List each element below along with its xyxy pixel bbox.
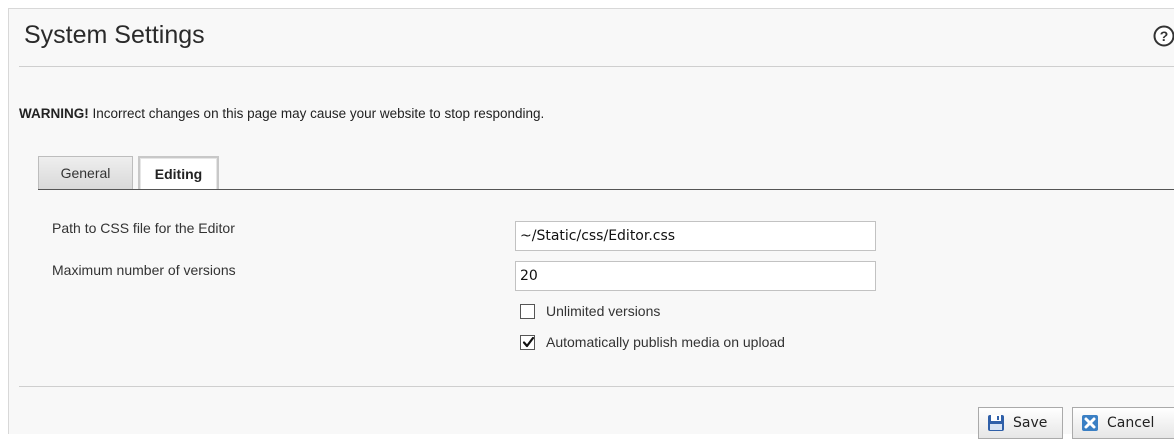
unlimited-versions-checkbox[interactable] bbox=[520, 303, 535, 319]
warning-text: Incorrect changes on this page may cause… bbox=[88, 106, 545, 121]
unlimited-versions-option[interactable]: Unlimited versions bbox=[520, 303, 660, 319]
title-divider bbox=[19, 66, 1174, 67]
page-title: System Settings bbox=[24, 21, 205, 49]
cancel-button-label: Cancel bbox=[1107, 415, 1155, 431]
auto-publish-checkbox[interactable] bbox=[520, 334, 535, 350]
warning-label: WARNING! bbox=[19, 106, 89, 121]
tab-general[interactable]: General bbox=[38, 156, 133, 189]
tab-strip-divider bbox=[38, 189, 1174, 190]
css-path-label: Path to CSS file for the Editor bbox=[52, 220, 235, 236]
unlimited-versions-label: Unlimited versions bbox=[546, 303, 661, 319]
floppy-disk-icon bbox=[988, 415, 1004, 431]
checkmark-icon bbox=[522, 336, 535, 347]
save-button[interactable]: Save bbox=[978, 407, 1063, 439]
auto-publish-label: Automatically publish media on upload bbox=[546, 334, 785, 350]
tab-editing[interactable]: Editing bbox=[138, 156, 219, 190]
auto-publish-option[interactable]: Automatically publish media on upload bbox=[520, 334, 785, 350]
cancel-button[interactable]: Cancel bbox=[1072, 407, 1174, 439]
max-versions-label: Maximum number of versions bbox=[52, 262, 236, 278]
css-path-input[interactable] bbox=[515, 221, 876, 251]
footer-divider bbox=[19, 386, 1174, 387]
close-square-icon bbox=[1082, 415, 1098, 431]
save-button-label: Save bbox=[1013, 415, 1048, 431]
help-circle-icon[interactable]: ? bbox=[1153, 25, 1174, 47]
max-versions-input[interactable] bbox=[515, 261, 876, 291]
svg-text:?: ? bbox=[1160, 28, 1169, 44]
warning-message: WARNING! Incorrect changes on this page … bbox=[19, 106, 544, 121]
settings-panel: System Settings ? WARNING! Incorrect cha… bbox=[8, 8, 1174, 439]
